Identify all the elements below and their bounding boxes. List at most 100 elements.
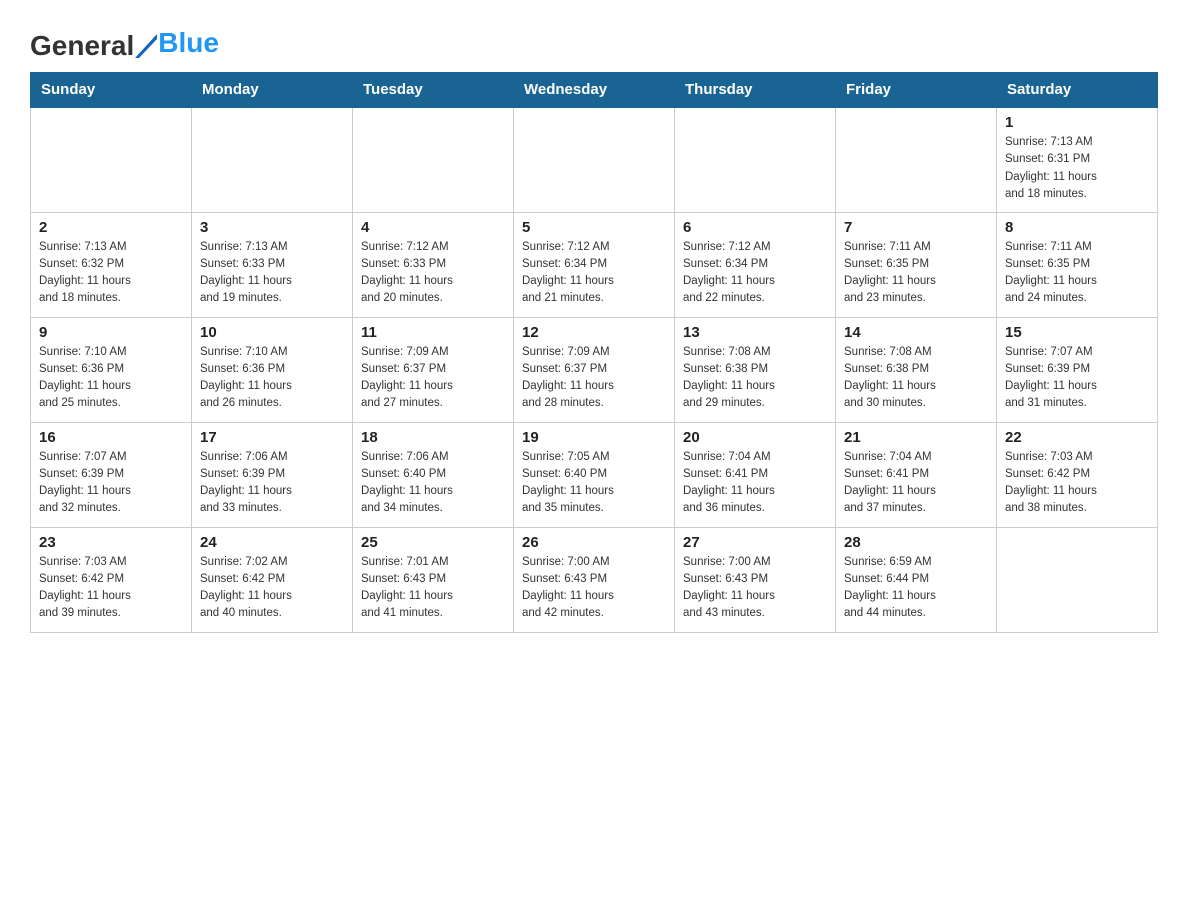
calendar-day-cell: 23 Sunrise: 7:03 AMSunset: 6:42 PMDayligh… xyxy=(31,527,192,632)
day-number: 21 xyxy=(844,429,988,446)
calendar-day-cell: 5 Sunrise: 7:12 AMSunset: 6:34 PMDaylight… xyxy=(514,212,675,317)
day-info: Sunrise: 7:09 AMSunset: 6:37 PMDaylight:… xyxy=(361,344,505,413)
calendar-day-cell: 9 Sunrise: 7:10 AMSunset: 6:36 PMDaylight… xyxy=(31,317,192,422)
day-info: Sunrise: 7:13 AMSunset: 6:31 PMDaylight:… xyxy=(1005,134,1149,203)
calendar-day-cell: 11 Sunrise: 7:09 AMSunset: 6:37 PMDayligh… xyxy=(353,317,514,422)
day-info: Sunrise: 7:13 AMSunset: 6:33 PMDaylight:… xyxy=(200,239,344,308)
day-number: 5 xyxy=(522,219,666,236)
day-info: Sunrise: 7:12 AMSunset: 6:33 PMDaylight:… xyxy=(361,239,505,308)
day-number: 3 xyxy=(200,219,344,236)
day-number: 24 xyxy=(200,534,344,551)
weekday-header-sunday: Sunday xyxy=(31,73,192,108)
calendar-day-cell: 22 Sunrise: 7:03 AMSunset: 6:42 PMDayligh… xyxy=(997,422,1158,527)
day-number: 16 xyxy=(39,429,183,446)
day-number: 18 xyxy=(361,429,505,446)
calendar-day-cell: 7 Sunrise: 7:11 AMSunset: 6:35 PMDaylight… xyxy=(836,212,997,317)
calendar-day-cell: 12Sunrise: 7:09 AMSunset: 6:37 PMDayligh… xyxy=(514,317,675,422)
day-info: Sunrise: 7:08 AMSunset: 6:38 PMDaylight:… xyxy=(844,344,988,413)
calendar-day-cell: 27Sunrise: 7:00 AMSunset: 6:43 PMDayligh… xyxy=(675,527,836,632)
day-info: Sunrise: 7:04 AMSunset: 6:41 PMDaylight:… xyxy=(844,449,988,518)
day-info: Sunrise: 7:08 AMSunset: 6:38 PMDaylight:… xyxy=(683,344,827,413)
day-info: Sunrise: 7:12 AMSunset: 6:34 PMDaylight:… xyxy=(522,239,666,308)
day-number: 25 xyxy=(361,534,505,551)
calendar-day-cell xyxy=(675,107,836,212)
day-number: 26 xyxy=(522,534,666,551)
day-info: Sunrise: 7:13 AMSunset: 6:32 PMDaylight:… xyxy=(39,239,183,308)
weekday-header-friday: Friday xyxy=(836,73,997,108)
day-number: 9 xyxy=(39,324,183,341)
day-number: 19 xyxy=(522,429,666,446)
day-number: 6 xyxy=(683,219,827,236)
day-number: 4 xyxy=(361,219,505,236)
day-info: Sunrise: 7:04 AMSunset: 6:41 PMDaylight:… xyxy=(683,449,827,518)
calendar-day-cell: 16 Sunrise: 7:07 AMSunset: 6:39 PMDayligh… xyxy=(31,422,192,527)
day-number: 17 xyxy=(200,429,344,446)
calendar-week-row: 9 Sunrise: 7:10 AMSunset: 6:36 PMDaylight… xyxy=(31,317,1158,422)
day-number: 22 xyxy=(1005,429,1149,446)
day-number: 12 xyxy=(522,324,666,341)
calendar-day-cell: 19 Sunrise: 7:05 AMSunset: 6:40 PMDayligh… xyxy=(514,422,675,527)
calendar-day-cell: 8 Sunrise: 7:11 AMSunset: 6:35 PMDaylight… xyxy=(997,212,1158,317)
day-number: 7 xyxy=(844,219,988,236)
calendar-day-cell: 15Sunrise: 7:07 AMSunset: 6:39 PMDayligh… xyxy=(997,317,1158,422)
calendar-day-cell: 1 Sunrise: 7:13 AMSunset: 6:31 PMDaylight… xyxy=(997,107,1158,212)
weekday-header-saturday: Saturday xyxy=(997,73,1158,108)
weekday-header-monday: Monday xyxy=(192,73,353,108)
day-info: Sunrise: 7:10 AMSunset: 6:36 PMDaylight:… xyxy=(39,344,183,413)
day-number: 1 xyxy=(1005,114,1149,131)
calendar-week-row: 23 Sunrise: 7:03 AMSunset: 6:42 PMDayligh… xyxy=(31,527,1158,632)
logo-blue-text: Blue xyxy=(158,27,219,59)
day-info: Sunrise: 7:01 AMSunset: 6:43 PMDaylight:… xyxy=(361,554,505,623)
calendar-day-cell xyxy=(31,107,192,212)
day-info: Sunrise: 7:07 AMSunset: 6:39 PMDaylight:… xyxy=(39,449,183,518)
calendar-day-cell: 18 Sunrise: 7:06 AMSunset: 6:40 PMDayligh… xyxy=(353,422,514,527)
weekday-header-wednesday: Wednesday xyxy=(514,73,675,108)
logo: General Blue xyxy=(30,30,219,62)
calendar-week-row: 1 Sunrise: 7:13 AMSunset: 6:31 PMDaylight… xyxy=(31,107,1158,212)
day-number: 10 xyxy=(200,324,344,341)
day-number: 8 xyxy=(1005,219,1149,236)
calendar-day-cell xyxy=(997,527,1158,632)
day-number: 27 xyxy=(683,534,827,551)
day-info: Sunrise: 7:11 AMSunset: 6:35 PMDaylight:… xyxy=(1005,239,1149,308)
day-info: Sunrise: 7:02 AMSunset: 6:42 PMDaylight:… xyxy=(200,554,344,623)
day-number: 2 xyxy=(39,219,183,236)
calendar-day-cell: 14 Sunrise: 7:08 AMSunset: 6:38 PMDayligh… xyxy=(836,317,997,422)
calendar-day-cell xyxy=(514,107,675,212)
calendar-day-cell: 13 Sunrise: 7:08 AMSunset: 6:38 PMDayligh… xyxy=(675,317,836,422)
calendar-day-cell: 2 Sunrise: 7:13 AMSunset: 6:32 PMDaylight… xyxy=(31,212,192,317)
day-number: 23 xyxy=(39,534,183,551)
calendar-day-cell: 6 Sunrise: 7:12 AMSunset: 6:34 PMDaylight… xyxy=(675,212,836,317)
calendar-day-cell: 21 Sunrise: 7:04 AMSunset: 6:41 PMDayligh… xyxy=(836,422,997,527)
calendar-week-row: 16 Sunrise: 7:07 AMSunset: 6:39 PMDayligh… xyxy=(31,422,1158,527)
weekday-header-row: SundayMondayTuesdayWednesdayThursdayFrid… xyxy=(31,73,1158,108)
day-info: Sunrise: 7:03 AMSunset: 6:42 PMDaylight:… xyxy=(39,554,183,623)
calendar-day-cell xyxy=(353,107,514,212)
calendar-day-cell: 24 Sunrise: 7:02 AMSunset: 6:42 PMDayligh… xyxy=(192,527,353,632)
weekday-header-tuesday: Tuesday xyxy=(353,73,514,108)
day-number: 11 xyxy=(361,324,505,341)
calendar-table: SundayMondayTuesdayWednesdayThursdayFrid… xyxy=(30,72,1158,633)
calendar-day-cell: 4 Sunrise: 7:12 AMSunset: 6:33 PMDaylight… xyxy=(353,212,514,317)
day-info: Sunrise: 7:11 AMSunset: 6:35 PMDaylight:… xyxy=(844,239,988,308)
calendar-day-cell: 28Sunrise: 6:59 AMSunset: 6:44 PMDayligh… xyxy=(836,527,997,632)
day-number: 14 xyxy=(844,324,988,341)
calendar-day-cell xyxy=(192,107,353,212)
calendar-day-cell xyxy=(836,107,997,212)
calendar-day-cell: 3 Sunrise: 7:13 AMSunset: 6:33 PMDaylight… xyxy=(192,212,353,317)
calendar-day-cell: 17Sunrise: 7:06 AMSunset: 6:39 PMDayligh… xyxy=(192,422,353,527)
day-info: Sunrise: 7:03 AMSunset: 6:42 PMDaylight:… xyxy=(1005,449,1149,518)
day-info: Sunrise: 7:12 AMSunset: 6:34 PMDaylight:… xyxy=(683,239,827,308)
calendar-day-cell: 25 Sunrise: 7:01 AMSunset: 6:43 PMDayligh… xyxy=(353,527,514,632)
weekday-header-thursday: Thursday xyxy=(675,73,836,108)
day-info: Sunrise: 7:06 AMSunset: 6:40 PMDaylight:… xyxy=(361,449,505,518)
calendar-day-cell: 26 Sunrise: 7:00 AMSunset: 6:43 PMDayligh… xyxy=(514,527,675,632)
day-info: Sunrise: 7:05 AMSunset: 6:40 PMDaylight:… xyxy=(522,449,666,518)
page-header: General Blue xyxy=(30,20,1158,62)
day-number: 20 xyxy=(683,429,827,446)
day-info: Sunrise: 7:00 AMSunset: 6:43 PMDaylight:… xyxy=(522,554,666,623)
day-info: Sunrise: 7:10 AMSunset: 6:36 PMDaylight:… xyxy=(200,344,344,413)
day-number: 13 xyxy=(683,324,827,341)
calendar-day-cell: 20 Sunrise: 7:04 AMSunset: 6:41 PMDayligh… xyxy=(675,422,836,527)
day-number: 15 xyxy=(1005,324,1149,341)
